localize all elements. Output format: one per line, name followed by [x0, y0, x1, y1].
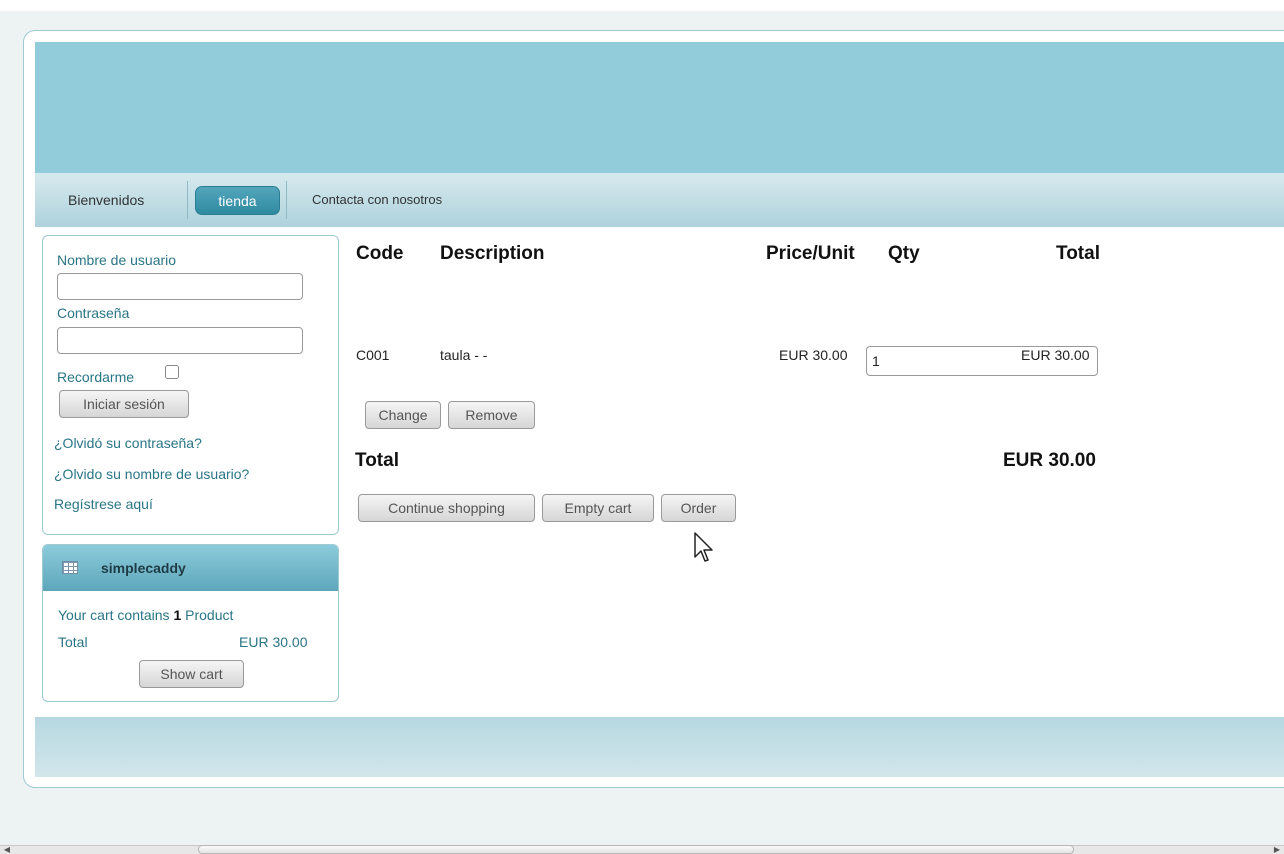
table-icon [62, 561, 78, 574]
top-strip [0, 0, 1284, 11]
scrollbar-thumb[interactable] [198, 845, 1074, 854]
cart-summary-suffix: Product [185, 607, 234, 623]
change-button[interactable]: Change [365, 401, 441, 429]
scroll-right-arrow-icon[interactable]: ▶ [1270, 845, 1284, 854]
simplecaddy-title: simplecaddy [101, 560, 186, 576]
password-label: Contraseña [57, 305, 130, 321]
grand-total-label: Total [355, 450, 399, 471]
cart-total-label: Total [58, 634, 88, 650]
cart-summary-prefix: Your cart contains [58, 607, 170, 623]
continue-shopping-button[interactable]: Continue shopping [358, 494, 535, 522]
row-code: C001 [356, 347, 390, 363]
nav-item-contacta[interactable]: Contacta con nosotros [312, 173, 442, 227]
order-button[interactable]: Order [661, 494, 736, 522]
header-banner [35, 42, 1284, 173]
grand-total-value: EUR 30.00 [1003, 450, 1096, 471]
forgot-username-link[interactable]: ¿Olvido su nombre de usuario? [54, 466, 249, 482]
forgot-password-link[interactable]: ¿Olvidó su contraseña? [54, 435, 202, 451]
password-input[interactable] [57, 327, 303, 354]
scroll-left-arrow-icon[interactable]: ◀ [0, 845, 14, 854]
col-header-description: Description [440, 243, 545, 264]
username-label: Nombre de usuario [57, 252, 177, 268]
col-header-total: Total [1056, 243, 1100, 264]
col-header-price: Price/Unit [766, 243, 855, 264]
empty-cart-button[interactable]: Empty cart [542, 494, 654, 522]
register-link[interactable]: Regístrese aquí [54, 496, 153, 512]
cart-summary: Your cart contains 1 Product [58, 607, 233, 623]
remember-label: Recordarme [57, 369, 135, 385]
row-description: taula - - [440, 347, 488, 363]
show-cart-button[interactable]: Show cart [139, 660, 244, 688]
mouse-pointer-icon [694, 532, 713, 562]
nav-item-tienda[interactable]: tienda [195, 186, 280, 215]
nav-item-bienvenidos[interactable]: Bienvenidos [68, 173, 144, 227]
remember-checkbox[interactable] [165, 365, 179, 379]
cart-count: 1 [173, 607, 182, 623]
nav-divider [286, 181, 287, 219]
username-input[interactable] [57, 273, 303, 300]
main-nav: Bienvenidos tienda Contacta con nosotros [35, 173, 1284, 227]
simplecaddy-header: simplecaddy [43, 545, 338, 591]
login-button[interactable]: Iniciar sesión [59, 390, 189, 418]
remove-button[interactable]: Remove [448, 401, 535, 429]
row-price: EUR 30.00 [779, 347, 848, 363]
page-footer [35, 717, 1284, 777]
col-header-qty: Qty [888, 243, 920, 264]
cart-total-value: EUR 30.00 [239, 634, 308, 650]
nav-divider [187, 181, 188, 219]
row-total: EUR 30.00 [1021, 347, 1090, 363]
col-header-code: Code [356, 243, 404, 264]
